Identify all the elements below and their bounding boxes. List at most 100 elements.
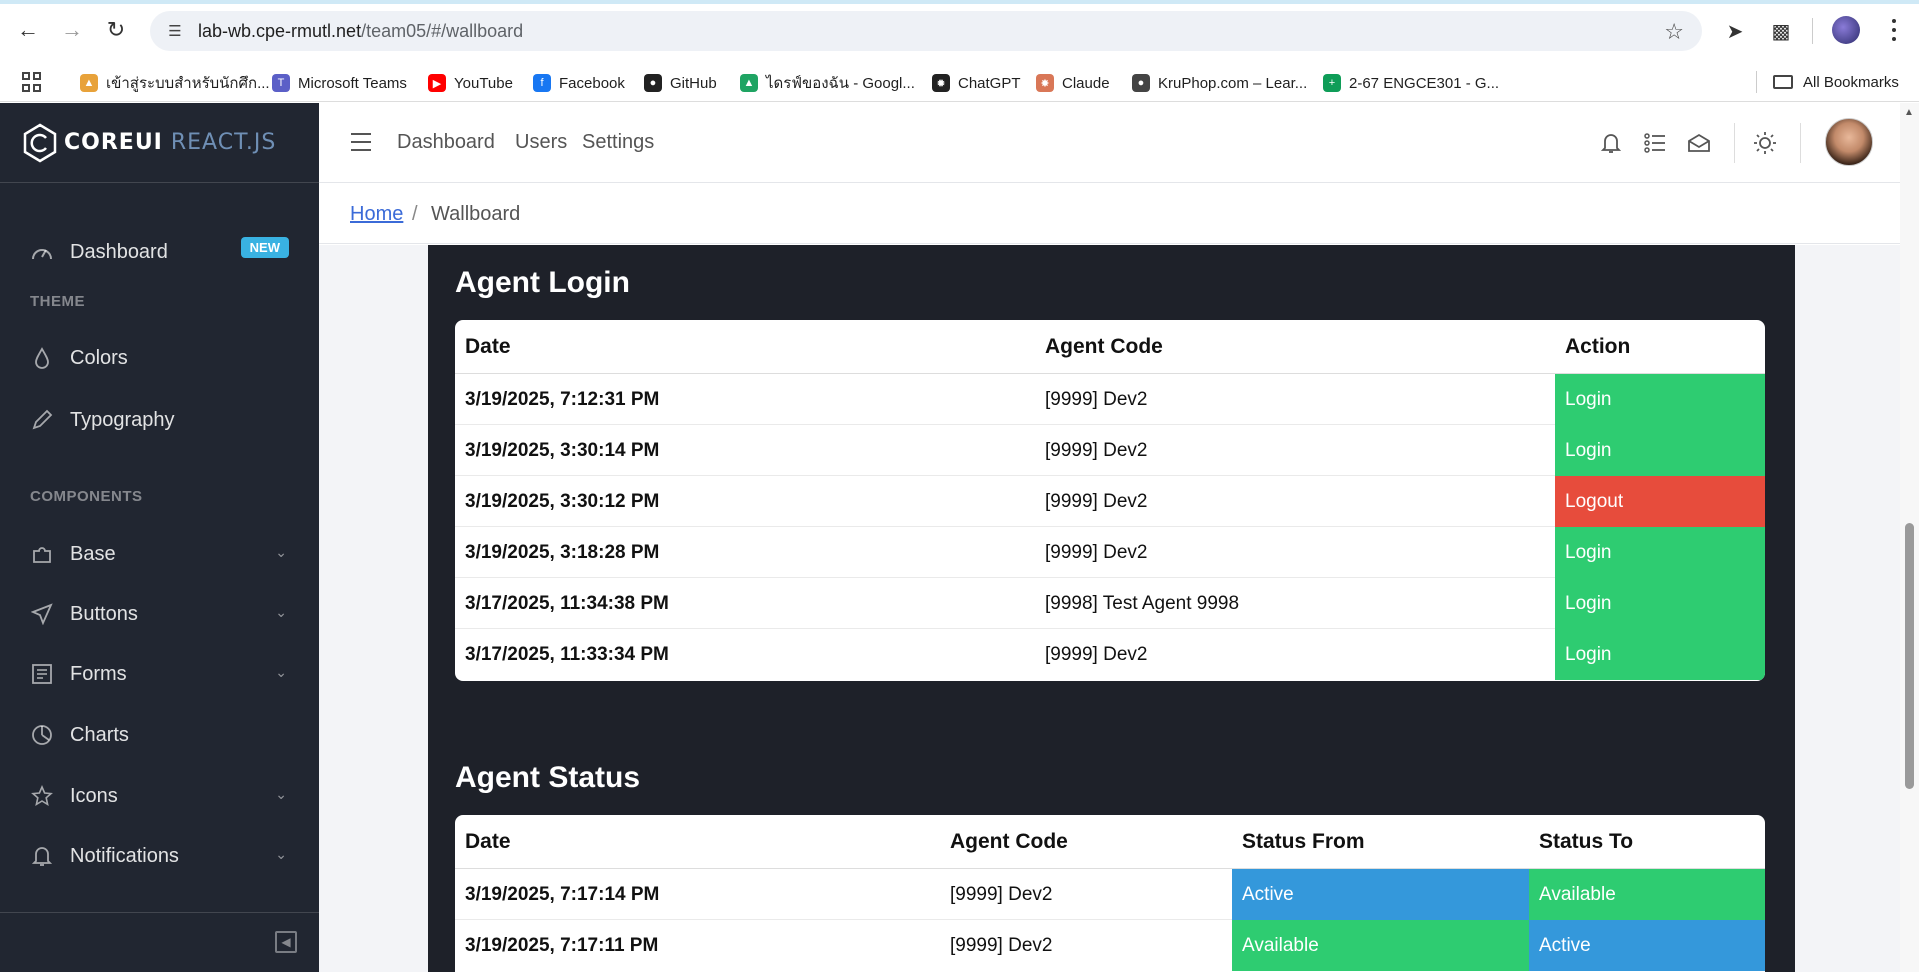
- chevron-down-icon: ⌄: [275, 604, 287, 620]
- table-header: Date Agent Code Status From Status To: [455, 815, 1765, 869]
- sidebar-item-buttons[interactable]: Buttons ⌄: [0, 590, 319, 638]
- bookmark-label: GitHub: [670, 74, 717, 92]
- url-text[interactable]: lab-wb.cpe-rmutl.net/team05/#/wallboard: [198, 21, 523, 42]
- table-header: Date Agent Code Action: [455, 320, 1765, 374]
- date-cell: 3/19/2025, 7:12:31 PM: [465, 389, 660, 410]
- table-row: 3/19/2025, 3:18:28 PM [9999] Dev2 Login: [455, 527, 1765, 578]
- table-row: 3/17/2025, 11:34:38 PM [9998] Test Agent …: [455, 578, 1765, 629]
- bookmark-item[interactable]: ✹ ChatGPT: [932, 71, 1021, 95]
- profile-icon[interactable]: [1832, 16, 1860, 44]
- header-nav-dashboard[interactable]: Dashboard: [397, 131, 495, 154]
- agent-code-cell: [9999] Dev2: [950, 884, 1053, 905]
- sidebar-item-typography[interactable]: Typography: [0, 396, 319, 444]
- claude-icon: ✸: [1036, 74, 1054, 92]
- agent-status-title: Agent Status: [455, 761, 641, 794]
- bell-icon: [30, 844, 54, 868]
- browser-menu-icon[interactable]: [1884, 16, 1904, 44]
- agent-code-cell: [9999] Dev2: [1045, 644, 1148, 665]
- back-arrow-icon[interactable]: ←: [14, 16, 42, 44]
- sidebar-item-label: Typography: [70, 408, 175, 431]
- site-info-icon[interactable]: ☰: [164, 20, 186, 42]
- column-header-action: Action: [1565, 335, 1631, 358]
- list-icon[interactable]: [1641, 129, 1669, 157]
- bookmark-item[interactable]: +2-67 ENGCE301 - G...: [1323, 71, 1499, 95]
- pencil-icon: [30, 408, 54, 432]
- all-bookmarks-button[interactable]: All Bookmarks: [1756, 71, 1899, 93]
- table-row: 3/19/2025, 7:17:14 PM [9999] Dev2 Active Av…: [455, 869, 1765, 920]
- chatgpt-icon: ✹: [932, 74, 950, 92]
- bookmark-item[interactable]: ● KruPhop.com – Lear...: [1132, 71, 1307, 95]
- menu-toggle-icon[interactable]: [351, 133, 371, 151]
- bookmark-label: Facebook: [559, 74, 625, 92]
- bookmark-item[interactable]: ▲ ไดรฟ์ของฉัน - Googl...: [740, 71, 915, 95]
- bookmark-item[interactable]: ▲ เข้าสู่ระบบสำหรับนักศึก...: [80, 71, 270, 95]
- sidebar-item-forms[interactable]: Forms ⌄: [0, 650, 319, 698]
- date-cell: 3/19/2025, 7:17:14 PM: [465, 884, 660, 905]
- sidebar-item-label: Notifications: [70, 844, 179, 867]
- header-nav-users[interactable]: Users: [515, 131, 567, 154]
- status-to-cell: Active: [1529, 920, 1765, 971]
- sidebar-item-label: Buttons: [70, 602, 138, 625]
- bookmark-star-icon[interactable]: ☆: [1664, 19, 1684, 45]
- bookmark-item[interactable]: ● GitHub: [644, 71, 717, 95]
- bookmark-item[interactable]: ▶ YouTube: [428, 71, 513, 95]
- youtube-icon: ▶: [428, 74, 446, 92]
- bookmark-label: ChatGPT: [958, 74, 1021, 92]
- scroll-up-arrow-icon[interactable]: ▲: [1904, 107, 1914, 118]
- scrollbar-thumb[interactable]: [1905, 523, 1914, 789]
- agent-status-table: Date Agent Code Status From Status To 3/…: [455, 815, 1765, 972]
- kruphop-icon: ●: [1132, 74, 1150, 92]
- column-header-agent-code: Agent Code: [1045, 335, 1163, 358]
- app-header: Dashboard Users Settings: [319, 103, 1900, 183]
- bookmark-item[interactable]: ✸ Claude: [1036, 71, 1110, 95]
- bookmark-label: ไดรฟ์ของฉัน - Googl...: [766, 75, 915, 92]
- bell-icon[interactable]: [1597, 129, 1625, 157]
- sidebar-item-charts[interactable]: Charts: [0, 711, 319, 759]
- apps-grid-icon[interactable]: [22, 72, 42, 92]
- teams-icon: T: [272, 74, 290, 92]
- send-icon[interactable]: ➤: [1720, 16, 1750, 46]
- sidebar-item-notifications[interactable]: Notifications ⌄: [0, 832, 319, 880]
- sidebar-item-label: Colors: [70, 346, 128, 369]
- bookmark-item[interactable]: f Facebook: [533, 71, 625, 95]
- sheets-icon: +: [1323, 74, 1341, 92]
- reload-icon[interactable]: ↻: [102, 16, 130, 44]
- sidebar-collapse-icon[interactable]: ◀: [275, 931, 297, 953]
- sidebar-item-dashboard[interactable]: Dashboard NEW: [0, 224, 319, 280]
- column-header-status-to: Status To: [1539, 830, 1634, 853]
- brand[interactable]: COREUI REACT.JS: [0, 103, 319, 183]
- address-bar[interactable]: ☰ lab-wb.cpe-rmutl.net/team05/#/wallboar…: [150, 11, 1702, 51]
- loading-bar: [0, 0, 1919, 4]
- breadcrumb-home-link[interactable]: Home: [350, 203, 403, 226]
- speedometer-icon: [30, 240, 54, 264]
- sidebar-item-icons[interactable]: Icons ⌄: [0, 772, 319, 820]
- forward-arrow-icon[interactable]: →: [58, 16, 86, 44]
- header-nav-settings[interactable]: Settings: [582, 131, 654, 154]
- page-scrollbar[interactable]: ▲: [1900, 103, 1919, 972]
- agent-code-cell: [9999] Dev2: [1045, 389, 1148, 410]
- sidebar-item-colors[interactable]: Colors: [0, 334, 319, 382]
- browser-toolbar: ← → ↻ ☰ lab-wb.cpe-rmutl.net/team05/#/wa…: [0, 0, 1919, 62]
- sidebar-footer: ◀: [0, 912, 319, 972]
- avatar[interactable]: [1825, 118, 1873, 166]
- bookmark-item[interactable]: T Microsoft Teams: [272, 71, 407, 95]
- extensions-icon[interactable]: ▩: [1766, 16, 1796, 46]
- date-cell: 3/17/2025, 11:33:34 PM: [465, 644, 669, 665]
- brand-name: COREUI REACT.JS: [64, 130, 277, 155]
- column-header-status-from: Status From: [1242, 830, 1365, 853]
- star-icon: [30, 784, 54, 808]
- status-from-cell: Available: [1232, 920, 1529, 971]
- toolbar-divider: [1812, 18, 1813, 44]
- flame-icon: ▲: [80, 74, 98, 92]
- bookmark-label: Claude: [1062, 74, 1110, 92]
- status-to-cell: Available: [1529, 869, 1765, 920]
- agent-code-cell: [9998] Test Agent 9998: [1045, 593, 1240, 614]
- new-badge: NEW: [240, 237, 289, 258]
- envelope-icon[interactable]: [1685, 129, 1713, 157]
- facebook-icon: f: [533, 74, 551, 92]
- sun-icon[interactable]: [1751, 129, 1779, 157]
- agent-login-table: Date Agent Code Action 3/19/2025, 7:12:3…: [455, 320, 1765, 681]
- nav-section-title: COMPONENTS: [30, 488, 143, 505]
- sidebar-item-base[interactable]: Base ⌄: [0, 530, 319, 578]
- action-cell: Logout: [1555, 476, 1765, 527]
